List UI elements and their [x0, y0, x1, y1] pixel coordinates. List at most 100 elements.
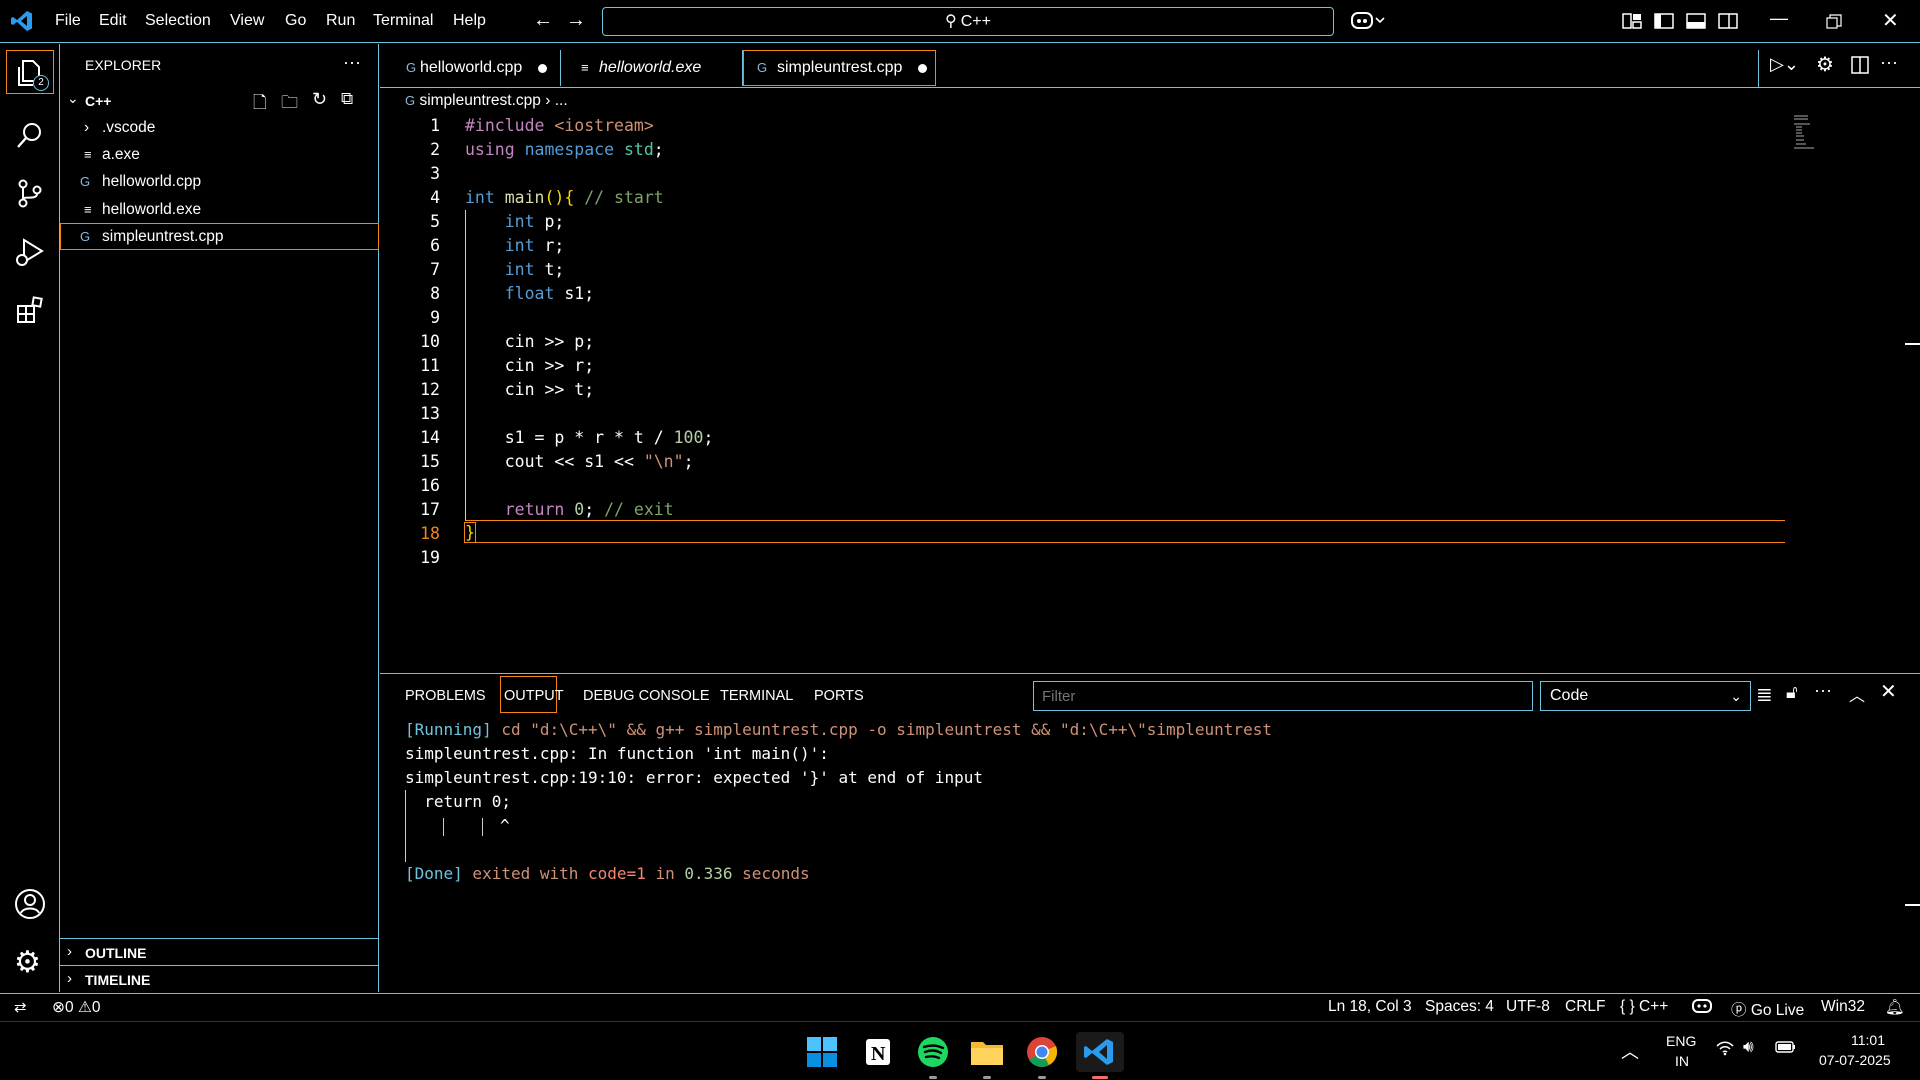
language-indicator[interactable]: ENG [1666, 1033, 1696, 1049]
settings-gear-icon[interactable]: ⚙ [1816, 52, 1834, 77]
forward-arrow-icon[interactable]: → [566, 9, 586, 32]
indentation[interactable]: Spaces: 4 [1425, 998, 1494, 1016]
refresh-icon[interactable]: ↻ [312, 89, 327, 110]
code-line-10: cin >> p; [465, 332, 595, 351]
breadcrumb-file[interactable]: simpleuntrest.cpp [419, 92, 540, 109]
wifi-icon[interactable] [1715, 1040, 1735, 1056]
menu-view[interactable]: View [230, 12, 264, 30]
tree-item-a-exe[interactable]: ≡ a.exe [60, 141, 379, 168]
copilot-status-icon[interactable] [1691, 997, 1713, 1015]
run-debug-icon[interactable] [14, 236, 46, 268]
file-explorer-icon[interactable] [966, 1032, 1008, 1079]
panel-tab-problems[interactable]: PROBLEMS [405, 688, 486, 704]
editor-group: G helloworld.cpp ≡ helloworld.exe G simp… [380, 44, 1920, 672]
tree-item-label: helloworld.exe [102, 201, 202, 218]
menu-file[interactable]: File [55, 12, 81, 30]
cpp-file-icon: G [80, 174, 91, 189]
output-view[interactable]: [Running] cd "d:\C++\" && g++ simpleuntr… [380, 718, 1920, 988]
tab-helloworld-cpp[interactable]: G helloworld.cpp [380, 50, 561, 86]
more-actions-icon[interactable]: ··· [343, 52, 361, 73]
menu-terminal[interactable]: Terminal [373, 12, 433, 30]
code-line-6: int r; [465, 236, 565, 255]
tree-item-vscode[interactable]: › .vscode [60, 114, 379, 141]
cpp-file-icon: G [406, 60, 417, 75]
cursor-position[interactable]: Ln 18, Col 3 [1328, 998, 1412, 1016]
output-line: simpleuntrest.cpp:19:10: error: expected… [405, 768, 983, 787]
remote-indicator-icon[interactable]: ⇄ [14, 998, 27, 1016]
back-arrow-icon[interactable]: ← [533, 9, 553, 32]
breadcrumb[interactable]: G simpleuntrest.cpp › ... [405, 92, 568, 110]
toggle-secondary-sidebar-icon[interactable] [1718, 12, 1738, 30]
toggle-primary-sidebar-icon[interactable] [1654, 12, 1674, 30]
chrome-icon[interactable] [1021, 1032, 1063, 1079]
language-mode[interactable]: { } C++ [1620, 998, 1668, 1016]
search-activity-icon[interactable] [15, 120, 45, 150]
tree-item-helloworld-cpp[interactable]: G helloworld.cpp [60, 168, 379, 195]
code-editor[interactable]: #include <iostream> using namespace std;… [464, 114, 1870, 674]
outline-label: OUTLINE [85, 945, 147, 961]
battery-icon[interactable] [1775, 1040, 1797, 1054]
chevron-right-icon: › [67, 943, 72, 960]
tree-item-simpleuntrest-cpp[interactable]: G simpleuntrest.cpp [60, 223, 379, 250]
start-windows-icon[interactable] [801, 1032, 843, 1072]
manage-gear-icon[interactable]: ⚙ [14, 948, 41, 978]
volume-icon[interactable]: 🔊︎ [1743, 1037, 1754, 1057]
toggle-panel-icon[interactable] [1686, 12, 1706, 30]
problems-indicator[interactable]: ⊗0 ⚠0 [52, 998, 100, 1017]
line-number: 12 [420, 380, 440, 399]
panel-tab-output[interactable]: OUTPUT [500, 676, 564, 713]
tree-item-label: simpleuntrest.cpp [102, 228, 224, 245]
chevron-right-icon: › [84, 119, 90, 136]
panel-tab-terminal[interactable]: TERMINAL [720, 688, 793, 704]
menu-help[interactable]: Help [453, 12, 486, 30]
clock-date: 07-07-2025 [1819, 1052, 1891, 1068]
output-channel-select[interactable]: Code ⌄ [1540, 681, 1751, 711]
go-live-button[interactable]: ⓟ Go Live [1731, 998, 1804, 1020]
close-panel-icon[interactable]: ✕ [1880, 679, 1897, 704]
tree-item-helloworld-exe[interactable]: ≡ helloworld.exe [60, 196, 379, 223]
binary-file-icon: ≡ [84, 202, 92, 217]
timeline-section[interactable]: › TIMELINE [60, 965, 379, 992]
panel-tab-ports[interactable]: PORTS [814, 688, 864, 704]
notifications-bell-icon[interactable]: 🔔︎ [1885, 998, 1905, 1017]
clear-output-icon[interactable]: ≣ [1756, 682, 1773, 707]
restore-icon[interactable] [1826, 14, 1842, 30]
extensions-icon[interactable] [15, 296, 45, 326]
explorer-activity[interactable]: 2 [6, 50, 54, 94]
more-actions-icon[interactable]: ··· [1880, 52, 1898, 73]
minimize-icon[interactable]: — [1770, 8, 1788, 29]
breadcrumb-rest[interactable]: ... [555, 92, 568, 109]
output-filter-input[interactable] [1033, 681, 1533, 711]
close-window-icon[interactable]: ✕ [1882, 8, 1899, 33]
end-of-line[interactable]: CRLF [1565, 998, 1605, 1016]
command-center-search[interactable]: ⚲ C++ [602, 7, 1334, 36]
accounts-icon[interactable] [14, 888, 46, 920]
minimap[interactable] [1792, 114, 1816, 150]
menu-selection[interactable]: Selection [145, 12, 211, 30]
source-control-icon[interactable] [15, 178, 45, 208]
collapse-all-icon[interactable]: ⧉ [341, 89, 353, 109]
platform[interactable]: Win32 [1821, 998, 1865, 1016]
tab-helloworld-exe[interactable]: ≡ helloworld.exe [561, 50, 743, 86]
copilot-icon[interactable] [1350, 10, 1386, 32]
output-line: [Done] exited with code=1 in 0.336 secon… [405, 864, 810, 883]
clock-time[interactable]: 11:01 [1851, 1032, 1885, 1048]
folder-root[interactable]: ⌄ C++ 🗋 🗀 ↻ ⧉ [60, 88, 379, 114]
spotify-icon[interactable] [912, 1032, 954, 1079]
notion-icon[interactable]: N [857, 1032, 899, 1072]
menu-edit[interactable]: Edit [99, 12, 127, 30]
panel-tab-debug-console[interactable]: DEBUG CONSOLE [583, 688, 710, 704]
split-editor-icon[interactable] [1851, 56, 1869, 74]
vscode-taskbar-icon[interactable] [1076, 1032, 1124, 1079]
encoding[interactable]: UTF-8 [1506, 998, 1550, 1016]
customize-layout-icon[interactable] [1622, 12, 1642, 30]
outline-section[interactable]: › OUTLINE [60, 938, 379, 965]
menu-go[interactable]: Go [285, 12, 306, 30]
run-code-icon[interactable]: ▷⌄ [1770, 54, 1799, 75]
show-hidden-icons-icon[interactable]: ︿ [1621, 1038, 1639, 1064]
maximize-panel-icon[interactable]: ︿ [1849, 682, 1865, 706]
lock-scroll-icon[interactable]: 🔓︎ [1786, 682, 1798, 703]
tab-simpleuntrest-cpp[interactable]: G simpleuntrest.cpp [743, 50, 936, 86]
more-actions-icon[interactable]: ··· [1814, 680, 1832, 701]
menu-run[interactable]: Run [326, 12, 355, 30]
